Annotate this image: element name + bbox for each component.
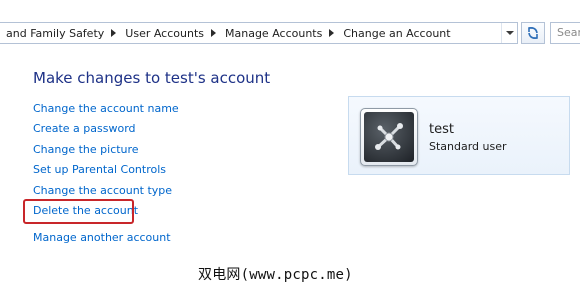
create-password-link[interactable]: Create a password [33, 119, 179, 139]
breadcrumb-separator-icon[interactable] [211, 29, 216, 37]
highlight-annotation [23, 199, 134, 224]
refresh-icon [528, 27, 538, 39]
page-title: Make changes to test's account [33, 69, 271, 87]
account-tile: test Standard user [348, 96, 570, 175]
search-input[interactable]: Search [550, 22, 580, 44]
address-history-button[interactable] [501, 23, 518, 43]
breadcrumb-separator-icon[interactable] [111, 29, 117, 37]
robot-arm-icon [375, 123, 403, 150]
task-list: Change the account name Create a passwor… [33, 99, 179, 249]
breadcrumb-change-account[interactable]: Change an Account [341, 27, 452, 40]
manage-another-account-link[interactable]: Manage another account [33, 228, 179, 248]
account-name: test [429, 122, 454, 137]
change-account-type-link[interactable]: Change the account type [33, 181, 179, 201]
avatar [360, 108, 418, 166]
breadcrumb-manage-accounts[interactable]: Manage Accounts [223, 27, 324, 40]
control-panel-window: and Family Safety User Accounts Manage A… [0, 0, 580, 297]
change-account-name-link[interactable]: Change the account name [33, 99, 179, 119]
address-bar[interactable]: and Family Safety User Accounts Manage A… [0, 22, 518, 44]
change-picture-link[interactable]: Change the picture [33, 140, 179, 160]
parental-controls-link[interactable]: Set up Parental Controls [33, 160, 179, 180]
watermark-text: 双电网(www.pcpc.me) [198, 267, 353, 283]
navigation-bar: and Family Safety User Accounts Manage A… [0, 0, 580, 58]
breadcrumb-family-safety[interactable]: and Family Safety [4, 27, 106, 40]
breadcrumb-user-accounts[interactable]: User Accounts [123, 27, 206, 40]
refresh-button[interactable] [521, 22, 545, 44]
breadcrumb-separator-icon[interactable] [329, 29, 335, 37]
breadcrumb: and Family Safety User Accounts Manage A… [4, 23, 453, 43]
account-type: Standard user [429, 140, 507, 153]
chevron-down-icon [506, 31, 514, 35]
